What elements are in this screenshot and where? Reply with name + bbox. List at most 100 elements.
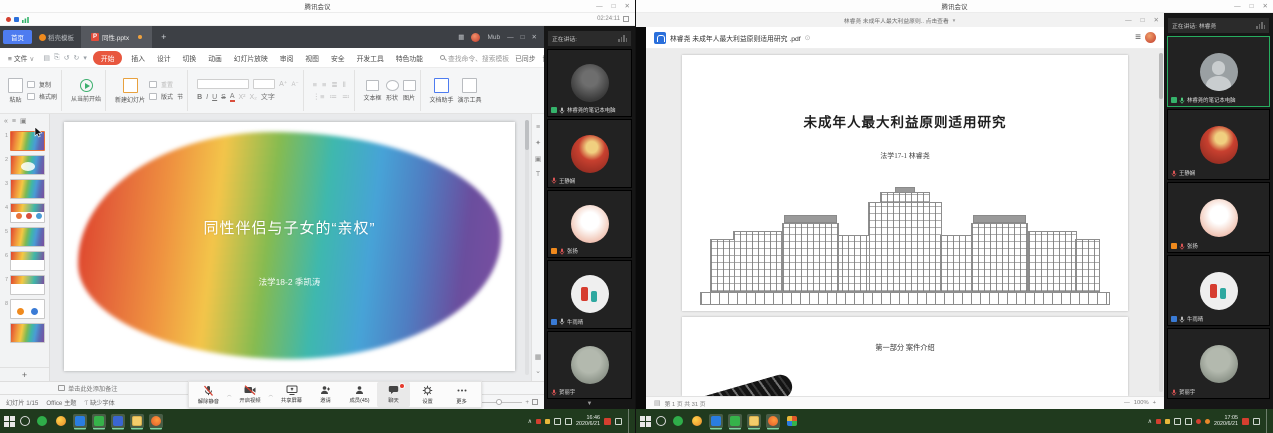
tray-icon[interactable] [1196,419,1201,424]
pdf-menu-icon[interactable]: ≡ [1135,32,1141,43]
start-video-button[interactable]: 开启视频 [234,382,267,407]
rail-design-icon[interactable]: ▣ [535,155,542,163]
notification-center-icon[interactable] [1253,418,1260,425]
new-slide-button[interactable]: 新建幻灯片 [115,78,145,104]
tray-icon[interactable] [1156,419,1161,424]
mic-options-chevron[interactable]: ︿ [227,392,232,398]
participant-tile[interactable]: 张扬 [1167,182,1270,253]
slide-thumbnail-4[interactable] [10,203,45,223]
participant-tile[interactable]: 王静娴 [547,119,632,187]
rail-animation-icon[interactable]: ✦ [535,139,541,147]
show-desktop-button[interactable] [1266,409,1269,433]
present-tools-button[interactable]: 演示工具 [458,78,482,104]
video-options-chevron[interactable]: ︿ [269,392,274,398]
zoom-in-button[interactable]: + [525,399,529,406]
shape-button[interactable]: 形状 [386,80,399,102]
speaking-now-tab[interactable]: 正在讲话: [548,31,631,46]
font-grow-button[interactable]: A⁺ [279,80,287,88]
taskbar-clock[interactable]: 16:462020/6/21 [576,415,600,428]
pdf-zoom-in-button[interactable]: + [1153,400,1156,406]
show-desktop-button[interactable] [628,409,631,433]
taskbar-app-explorer[interactable] [747,414,761,428]
textbox-button[interactable]: 文本框 [364,80,382,102]
taskbar-app-browser[interactable] [54,414,68,428]
menu-item-features[interactable]: 特色功能 [393,51,426,65]
slide-thumb-row[interactable]: 3 [0,177,49,201]
unmute-button[interactable]: 解除静音 [192,382,225,407]
paste-button[interactable]: 粘贴 [8,78,23,104]
paragraph-align-group[interactable]: ≡≡≣‖ [313,80,350,89]
pdf-info-icon[interactable]: ⊙ [805,34,811,42]
slide-thumbnail-3[interactable] [10,179,45,199]
slide-thumbnail-8[interactable] [10,299,45,319]
share-dropdown-icon[interactable]: ▼ [952,18,956,23]
slide-thumbnail-1[interactable] [10,131,45,151]
wps-user-avatar[interactable] [471,33,480,42]
slide-thumbnail-9[interactable] [10,323,45,343]
apps-grid-icon[interactable]: ▦ [458,33,464,41]
font-name-select[interactable] [197,79,249,89]
participant-tile[interactable]: 贺丽宇 [1167,328,1270,399]
wps-restore-button[interactable]: □ [521,34,525,41]
slide-title-text[interactable]: 同性伴侣与子女的“亲权” [64,217,515,238]
rail-text-icon[interactable]: T [536,171,540,178]
new-tab-button[interactable]: + [155,32,172,42]
quick-access-toolbar[interactable]: ▤⎘↺↻▾ [43,54,87,62]
tray-network-icon[interactable] [554,418,561,425]
fullscreen-icon[interactable] [623,16,629,22]
canvas-scrollbar[interactable] [525,120,529,375]
minimize-button[interactable]: — [596,3,603,10]
scroll-more-arrow[interactable]: ▼ [544,401,635,407]
font-size-select[interactable] [253,79,275,89]
close-button[interactable]: ✕ [625,2,630,10]
tray-icon[interactable] [1205,419,1210,424]
wps-minimize-button[interactable]: — [507,34,514,41]
menu-item-security[interactable]: 安全 [328,51,348,65]
slide-thumb-row[interactable]: 7 [0,273,49,297]
wps-document-tab[interactable]: P 同性.pptx [81,26,152,48]
share-view-topbar[interactable]: 林睿尧 未成年人最大利益原则.. 点击查看 ▼ — □ ✕ [636,13,1164,27]
participant-tile[interactable]: 牛雨晴 [547,260,632,328]
menu-item-slideshow[interactable]: 幻灯片放映 [231,51,271,65]
wps-user-name[interactable]: Mub [487,34,500,41]
tray-icon[interactable] [545,419,550,424]
add-slide-button[interactable]: + [22,370,27,380]
play-from-current-button[interactable]: 从当前开始 [71,79,101,103]
pdf-user-avatar[interactable] [1145,32,1156,43]
slide-thumb-row[interactable]: 2 [0,153,49,177]
tray-wps-badge-icon[interactable] [1242,418,1249,425]
slide-thumbnail-5[interactable] [10,227,45,247]
format-painter-button[interactable]: 格式刷 [27,92,57,101]
share-minimize-button[interactable]: — [1125,17,1132,24]
participant-tile-speaking[interactable]: 林睿尧的笔记本电脑 [1167,36,1270,107]
close-button[interactable]: ✕ [1263,2,1268,10]
participant-tile[interactable]: 王静娴 [1167,109,1270,180]
wps-template-tab[interactable]: 稻壳模板 [35,32,78,42]
tray-icon[interactable] [536,419,541,424]
slide-thumb-row[interactable] [0,321,49,345]
copy-button[interactable]: 复制 [27,80,57,89]
reset-button[interactable]: 重置 [149,80,183,89]
section-button[interactable]: 节 [177,92,183,101]
page-thumb-icon[interactable]: ▤ [654,399,661,407]
underline-button[interactable]: U [212,94,217,101]
font-shrink-button[interactable]: A⁻ [291,81,298,88]
taskbar-app-wechat[interactable] [728,414,742,428]
menu-item-review[interactable]: 审阅 [277,51,297,65]
slide-thumbnail-7[interactable] [10,275,45,295]
slide-thumbnail-6[interactable] [10,251,45,271]
missing-font-warning[interactable]: Ƭ 缺少字体 [84,398,114,407]
chat-button[interactable]: 聊天 [377,382,410,407]
menu-item-devtools[interactable]: 开发工具 [354,51,387,65]
italic-button[interactable]: I [206,94,208,101]
tray-icon[interactable] [1165,419,1170,424]
settings-button[interactable]: 设置 [411,382,444,407]
participant-tile[interactable]: 贺丽宇 [547,331,632,399]
doc-assistant-button[interactable]: 文档助手 [430,78,454,104]
windows-start-button[interactable] [4,416,15,427]
command-search[interactable]: 查找命令、搜索模板 [440,53,509,63]
pdf-zoom-value[interactable]: 100% [1134,400,1149,406]
menu-item-transition[interactable]: 切换 [180,51,200,65]
pdf-zoom-out-button[interactable]: — [1124,400,1130,406]
subscript-button[interactable]: X₂ [250,94,257,101]
